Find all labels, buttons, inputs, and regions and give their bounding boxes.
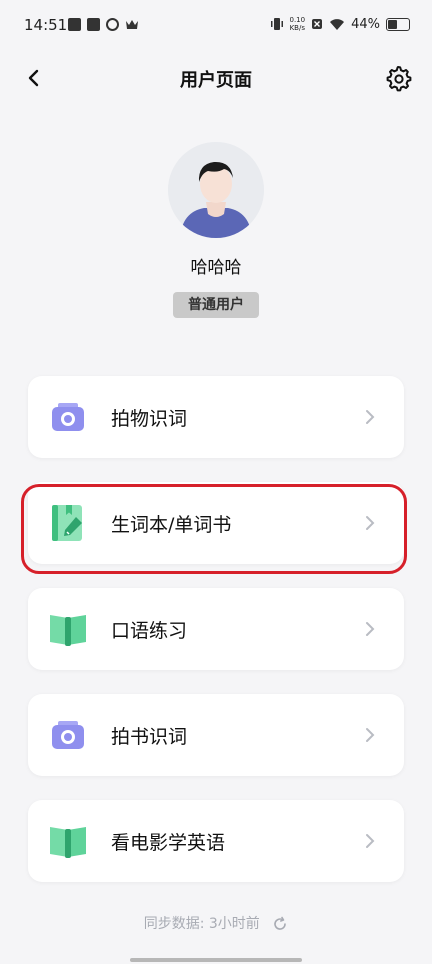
sync-notification-icon bbox=[106, 18, 119, 31]
gear-icon[interactable] bbox=[384, 64, 412, 92]
notification-icons bbox=[68, 18, 139, 31]
open-book-icon bbox=[50, 615, 86, 646]
user-level-badge: 普通用户 bbox=[173, 292, 259, 318]
battery-percent: 44% bbox=[351, 16, 380, 32]
chevron-right-icon bbox=[366, 834, 375, 848]
status-right-group: 0.10 KB/s 44% bbox=[270, 16, 410, 32]
menu-item-movie-english[interactable]: 看电影学英语 bbox=[28, 800, 404, 882]
menu-item-label: 生词本/单词书 bbox=[111, 514, 232, 536]
mail-notification-icon bbox=[68, 18, 81, 31]
camera-icon bbox=[52, 721, 84, 749]
network-speed-value: 0.10 bbox=[289, 16, 306, 24]
menu-item-photo-word[interactable]: 拍物识词 bbox=[28, 376, 404, 458]
vibrate-icon bbox=[270, 18, 283, 30]
menu-item-speaking-practice[interactable]: 口语练习 bbox=[28, 588, 404, 670]
sync-text: 同步数据: 3小时前 bbox=[143, 916, 260, 932]
menu-item-label: 看电影学英语 bbox=[111, 832, 226, 854]
menu-item-vocab-book[interactable]: 生词本/单词书 bbox=[28, 482, 404, 564]
chevron-right-icon bbox=[366, 516, 375, 530]
page-title: 用户页面 bbox=[180, 70, 252, 91]
sync-status: 同步数据: 3小时前 bbox=[0, 913, 432, 933]
network-speed: 0.10 KB/s bbox=[290, 16, 306, 32]
status-bar: 14:51 0.10 KB/s 44% bbox=[0, 0, 432, 50]
chevron-right-icon bbox=[366, 728, 375, 742]
chevron-right-icon bbox=[366, 622, 375, 636]
page-header: 用户页面 bbox=[0, 52, 432, 104]
wifi-icon bbox=[330, 18, 345, 30]
crown-notification-icon bbox=[126, 20, 138, 29]
app-notification-icon bbox=[87, 18, 100, 31]
chevron-right-icon bbox=[366, 410, 375, 424]
refresh-icon[interactable] bbox=[272, 916, 288, 932]
battery-icon bbox=[386, 17, 410, 31]
open-book-icon bbox=[50, 827, 86, 858]
avatar[interactable] bbox=[168, 142, 264, 238]
menu-item-label: 口语练习 bbox=[111, 620, 188, 642]
network-speed-unit: KB/s bbox=[289, 24, 305, 32]
menu-item-label: 拍物识词 bbox=[111, 408, 188, 430]
notebook-pen-icon bbox=[52, 505, 82, 541]
sim-off-icon bbox=[312, 19, 323, 29]
status-time: 14:51 bbox=[24, 16, 68, 34]
home-indicator[interactable] bbox=[130, 958, 302, 962]
menu-item-photo-book-word[interactable]: 拍书识词 bbox=[28, 694, 404, 776]
menu-item-label: 拍书识词 bbox=[111, 726, 188, 748]
username: 哈哈哈 bbox=[190, 258, 242, 278]
camera-icon bbox=[52, 403, 84, 431]
person-avatar-icon bbox=[168, 142, 264, 238]
user-page-screen: 14:51 0.10 KB/s 44% 用户页面 哈哈哈 普通用户 拍物识词 生… bbox=[0, 0, 432, 964]
